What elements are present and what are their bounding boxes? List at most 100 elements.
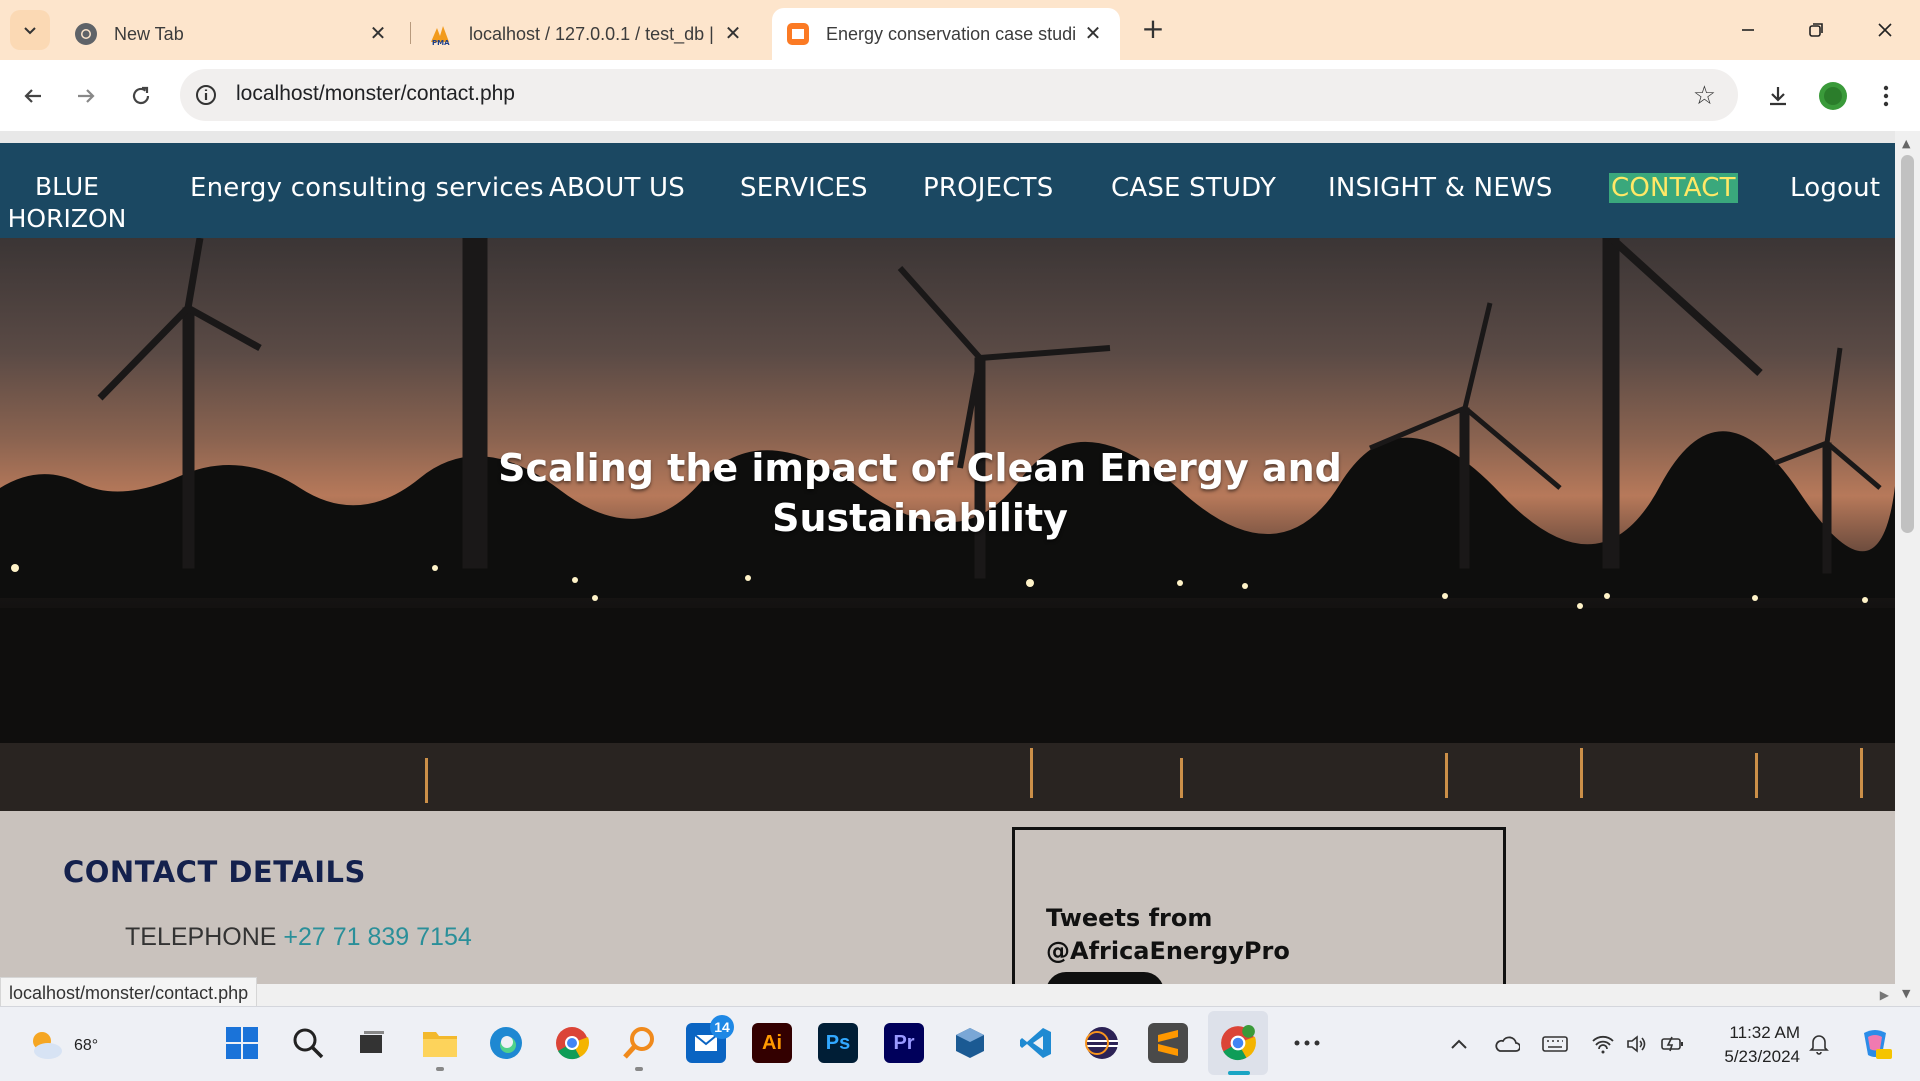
nav-projects[interactable]: PROJECTS — [923, 173, 1053, 203]
restore-button[interactable] — [1796, 12, 1836, 48]
nav-logout[interactable]: Logout — [1790, 173, 1880, 203]
volume-icon[interactable] — [1624, 1031, 1650, 1057]
nav-services[interactable]: SERVICES — [740, 173, 868, 203]
telephone-label: TELEPHONE — [125, 923, 277, 951]
avatar-icon — [1819, 82, 1847, 110]
eclipse-button[interactable] — [1082, 1023, 1122, 1063]
tab-separator — [410, 22, 411, 44]
phpmyadmin-icon: PMA — [431, 26, 450, 46]
edge-icon — [490, 1027, 522, 1059]
hero-title: Scaling the impact of Clean Energy and S… — [498, 446, 1342, 540]
chrome-icon — [556, 1027, 590, 1060]
sublime-button[interactable] — [1148, 1023, 1188, 1063]
tweets-title-line-2: @AfricaEnergyPro — [1046, 937, 1290, 965]
chrome-button[interactable] — [552, 1023, 592, 1063]
chrome-active-button[interactable] — [1218, 1023, 1258, 1063]
browser-toolbar: localhost/monster/contact.php ☆ — [0, 60, 1920, 131]
scroll-up-icon[interactable]: ▲ — [1902, 137, 1910, 150]
vscode-icon — [1020, 1028, 1051, 1058]
chrome-icon — [1221, 1025, 1256, 1061]
wifi-icon[interactable] — [1590, 1031, 1616, 1057]
status-bar-url: localhost/monster/contact.php — [0, 977, 258, 1009]
illustrator-button[interactable]: Ai — [752, 1023, 792, 1063]
file-explorer-button[interactable] — [420, 1023, 460, 1063]
contact-heading: CONTACT DETAILS — [63, 855, 366, 889]
outlook-badge: 14 — [710, 1015, 734, 1039]
bookmark-star-icon[interactable]: ☆ — [1693, 81, 1716, 111]
minimize-icon — [1742, 29, 1754, 31]
scroll-down-icon[interactable]: ▼ — [1902, 987, 1910, 1000]
start-button[interactable] — [222, 1023, 262, 1063]
notification-bell-icon[interactable] — [1806, 1031, 1832, 1057]
xampp-icon — [787, 23, 809, 45]
page-top-gap — [0, 131, 1895, 143]
new-tab-button[interactable]: + — [1137, 14, 1169, 46]
vertical-scrollbar[interactable]: ▲ ▼ — [1895, 131, 1920, 1006]
photoshop-button[interactable]: Ps — [818, 1023, 858, 1063]
site-brand[interactable]: BLUE HORIZON — [7, 171, 127, 235]
close-icon[interactable]: ✕ — [1080, 20, 1106, 46]
search-button[interactable] — [288, 1023, 328, 1063]
minimize-button[interactable] — [1728, 12, 1768, 48]
restore-icon — [1809, 23, 1823, 37]
system-clock[interactable]: 11:32 AM 5/23/2024 — [1700, 1021, 1800, 1069]
battery-charging-icon[interactable] — [1660, 1031, 1686, 1057]
url-text[interactable]: localhost/monster/contact.php — [236, 82, 515, 106]
close-icon — [1878, 23, 1892, 37]
follow-button[interactable] — [1046, 972, 1164, 984]
info-icon[interactable] — [194, 83, 218, 107]
close-window-button[interactable] — [1865, 12, 1905, 48]
address-bar[interactable]: localhost/monster/contact.php ☆ — [180, 69, 1738, 121]
tab-energy-conservation[interactable]: Energy conservation case studie ✕ — [772, 8, 1120, 60]
nav-about-us[interactable]: ABOUT US — [549, 173, 685, 203]
telephone-link[interactable]: +27 71 839 7154 — [283, 923, 471, 951]
reload-button[interactable] — [121, 76, 161, 116]
task-view-button[interactable] — [352, 1023, 392, 1063]
running-indicator — [635, 1067, 643, 1071]
tab-title: New Tab — [114, 23, 184, 44]
reload-icon — [132, 86, 150, 105]
clock-time: 11:32 AM — [1729, 1023, 1800, 1042]
tab-new-tab[interactable]: New Tab ✕ — [60, 8, 405, 60]
nav-case-study[interactable]: CASE STUDY — [1111, 173, 1276, 203]
nav-contact[interactable]: CONTACT — [1609, 173, 1738, 203]
copilot-icon[interactable] — [1858, 1027, 1892, 1061]
virtualbox-icon — [956, 1028, 984, 1058]
clock-date: 5/23/2024 — [1724, 1047, 1800, 1066]
vscode-button[interactable] — [1016, 1023, 1056, 1063]
scroll-right-icon[interactable]: ▶ — [1880, 988, 1889, 1002]
weather-temperature: 68° — [74, 1037, 99, 1054]
active-indicator — [1228, 1071, 1250, 1075]
nav-energy-consulting[interactable]: Energy consulting services — [190, 173, 544, 203]
tweets-title: Tweets from @AfricaEnergyPro — [1046, 902, 1290, 968]
nav-insight-news[interactable]: INSIGHT & NEWS — [1328, 173, 1553, 203]
scrollbar-thumb[interactable] — [1901, 155, 1914, 533]
tab-search-button[interactable] — [10, 10, 50, 50]
onedrive-icon[interactable] — [1494, 1031, 1520, 1057]
arrow-left-icon — [24, 89, 41, 103]
svg-text:PMA: PMA — [432, 39, 450, 46]
search-icon — [293, 1028, 324, 1059]
horizontal-scrollbar[interactable]: ▶ — [0, 984, 1895, 1006]
profile-avatar[interactable] — [1815, 78, 1851, 114]
forward-button[interactable] — [66, 76, 106, 116]
back-button[interactable] — [13, 76, 53, 116]
premiere-button[interactable]: Pr — [884, 1023, 924, 1063]
brand-line-1: BLUE — [35, 172, 99, 201]
download-button[interactable] — [1760, 78, 1796, 114]
tab-phpmyadmin[interactable]: PMA localhost / 127.0.0.1 / test_db | ✕ — [415, 8, 760, 60]
tab-title: localhost / 127.0.0.1 / test_db | — [469, 23, 714, 44]
chevron-up-icon[interactable] — [1446, 1031, 1472, 1057]
tab-title: Energy conservation case studie — [826, 23, 1076, 44]
more-apps-button[interactable] — [1287, 1023, 1327, 1063]
close-icon[interactable]: ✕ — [365, 20, 391, 46]
virtualbox-button[interactable] — [950, 1023, 990, 1063]
keyboard-icon[interactable] — [1542, 1031, 1568, 1057]
outlook-button[interactable]: 14 — [686, 1015, 734, 1063]
windows-start-icon — [226, 1027, 258, 1059]
close-icon[interactable]: ✕ — [720, 20, 746, 46]
edge-button[interactable] — [486, 1023, 526, 1063]
browser-menu-button[interactable] — [1868, 78, 1904, 114]
search-app-button[interactable] — [619, 1023, 659, 1063]
weather-widget[interactable]: 68° — [26, 1023, 98, 1063]
